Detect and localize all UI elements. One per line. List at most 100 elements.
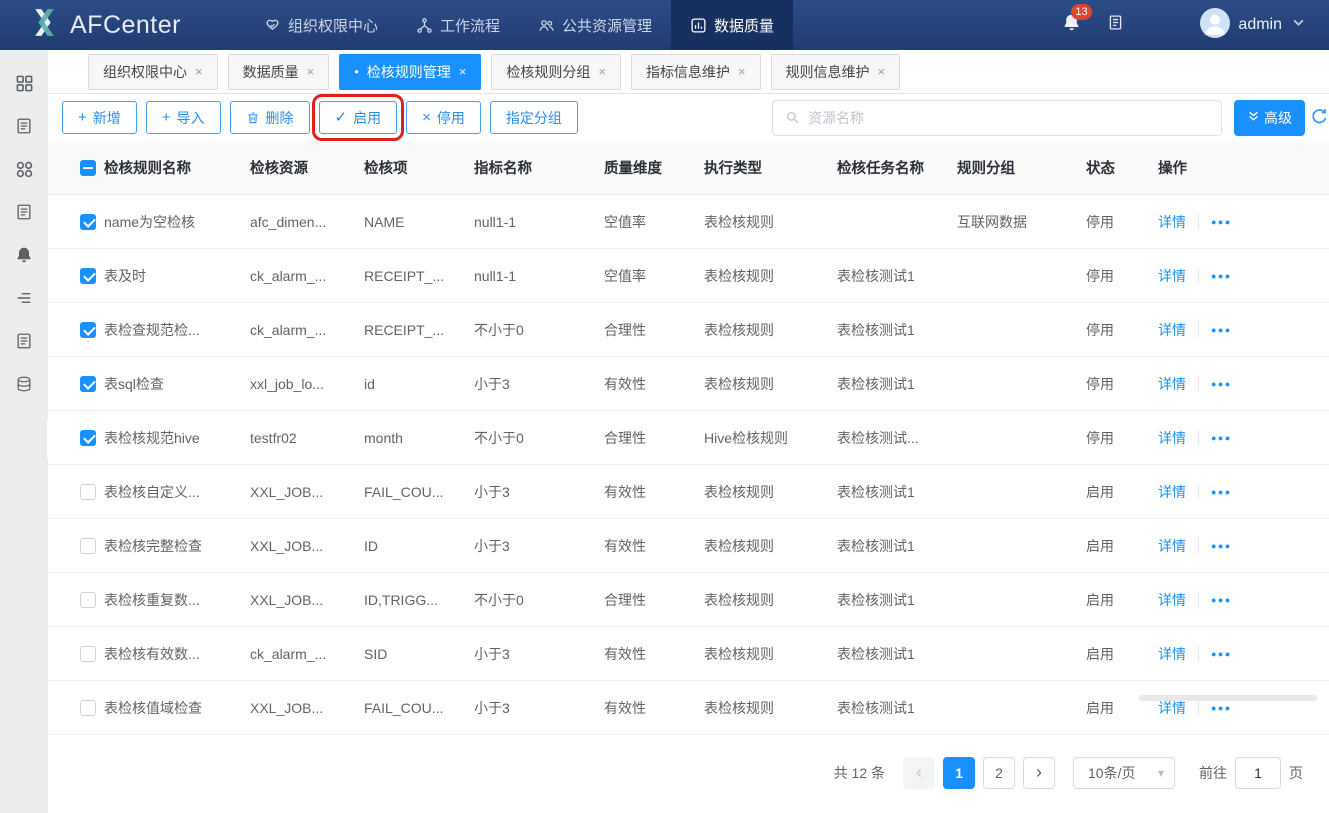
more-actions-icon[interactable]: ●●● — [1211, 703, 1232, 713]
sidebar-item-4[interactable] — [0, 193, 48, 236]
bell-icon — [1062, 14, 1081, 36]
more-actions-icon[interactable]: ●●● — [1211, 271, 1232, 281]
detail-link[interactable]: 详情 — [1158, 536, 1186, 556]
shield-icon — [264, 17, 281, 34]
nav-item-3[interactable]: 公共资源管理 — [519, 0, 671, 50]
detail-link[interactable]: 详情 — [1158, 320, 1186, 340]
row-checkbox[interactable] — [80, 699, 96, 716]
detail-link[interactable]: 详情 — [1158, 428, 1186, 448]
tab-2[interactable]: •数据质量× — [227, 53, 330, 90]
toolbar-button-4[interactable]: ✓ 启用 — [311, 94, 405, 141]
refresh-icon[interactable] — [1310, 107, 1329, 131]
cell-task: 表检核测试1 — [837, 645, 915, 662]
tab-label: 指标信息维护 — [645, 63, 730, 80]
goto-page: 前往 页 — [1199, 757, 1303, 789]
tab-close-icon[interactable]: × — [878, 64, 886, 79]
column-header-4: 指标名称 — [474, 161, 532, 177]
resource-name-search-input[interactable] — [808, 109, 1209, 126]
tab-close-icon[interactable]: × — [459, 64, 467, 79]
toolbar-button-5[interactable]: × 停用 — [406, 101, 481, 134]
sidebar-item-5[interactable] — [0, 236, 48, 279]
sidebar-item-2[interactable] — [0, 107, 48, 150]
goto-page-input[interactable] — [1235, 757, 1281, 789]
next-page-button[interactable]: › — [1023, 757, 1055, 789]
prev-page-button[interactable]: ‹ — [903, 757, 935, 789]
page-button-2[interactable]: 2 — [983, 757, 1015, 789]
more-actions-icon[interactable]: ●●● — [1211, 649, 1232, 659]
detail-link[interactable]: 详情 — [1158, 266, 1186, 286]
tab-close-icon[interactable]: × — [307, 64, 315, 79]
more-actions-icon[interactable]: ●●● — [1211, 541, 1232, 551]
select-all-checkbox[interactable] — [80, 159, 96, 176]
notification-bell-icon[interactable]: 13 — [1062, 4, 1092, 37]
page-size-select[interactable]: 10条/页 ▾ — [1073, 757, 1175, 789]
sidebar-item-3[interactable] — [0, 150, 48, 193]
horizontal-scrollbar-thumb[interactable] — [1139, 695, 1317, 701]
user-menu[interactable]: admin — [1200, 7, 1305, 43]
cell-item: FAIL_COU... — [364, 699, 444, 716]
more-actions-icon[interactable]: ●●● — [1211, 217, 1232, 227]
cell-dimension: 有效性 — [604, 645, 646, 662]
row-checkbox[interactable] — [80, 375, 96, 392]
page-button-1[interactable]: 1 — [943, 757, 975, 789]
memo-icon[interactable] — [1107, 14, 1124, 36]
cell-name: 表检核自定义... — [104, 483, 200, 500]
sidebar-item-8[interactable] — [0, 365, 48, 408]
more-actions-icon[interactable]: ●●● — [1211, 595, 1232, 605]
cell-dimension: 合理性 — [604, 429, 646, 446]
search-icon — [785, 110, 800, 125]
cell-indicator: 小于3 — [474, 375, 510, 392]
toolbar-button-6[interactable]: 指定分组 — [489, 101, 578, 134]
row-checkbox[interactable] — [80, 537, 96, 554]
column-header-7: 检核任务名称 — [837, 161, 924, 177]
table-row: 表检核完整检查 XXL_JOB... ID 小于3 有效性 表检核规则 表检核测试1 启用 详情… — [48, 519, 1329, 573]
navbar-right: 13 admin — [1062, 0, 1329, 50]
row-checkbox[interactable] — [80, 429, 96, 446]
tab-close-icon[interactable]: × — [598, 64, 606, 79]
detail-link[interactable]: 详情 — [1158, 212, 1186, 232]
detail-link[interactable]: 详情 — [1158, 644, 1186, 664]
more-actions-icon[interactable]: ●●● — [1211, 379, 1232, 389]
row-checkbox[interactable] — [80, 483, 96, 500]
tab-close-icon[interactable]: × — [738, 64, 746, 79]
row-checkbox[interactable] — [80, 645, 96, 662]
detail-link[interactable]: 详情 — [1158, 374, 1186, 394]
sidebar-item-6[interactable] — [0, 279, 48, 322]
tab-3[interactable]: • 检核规则管理 × — [339, 53, 482, 90]
cell-exec_type: 表检核规则 — [704, 213, 774, 230]
tab-4[interactable]: •检核规则分组× — [491, 53, 621, 90]
trash-icon — [246, 111, 260, 125]
sidebar-item-7[interactable] — [0, 322, 48, 365]
more-actions-icon[interactable]: ●●● — [1211, 433, 1232, 443]
cell-exec_type: 表检核规则 — [704, 699, 774, 716]
divider — [1198, 430, 1199, 445]
more-actions-icon[interactable]: ●●● — [1211, 487, 1232, 497]
row-checkbox[interactable] — [80, 591, 96, 608]
row-checkbox[interactable] — [80, 321, 96, 338]
tab-close-icon[interactable]: × — [195, 64, 203, 79]
nav-item-2[interactable]: 工作流程 — [397, 0, 519, 50]
document-icon — [15, 117, 33, 140]
tab-6[interactable]: •规则信息维护× — [770, 53, 901, 90]
nav-item-1[interactable]: 组织权限中心 — [245, 0, 397, 50]
row-checkbox[interactable] — [80, 213, 96, 230]
document-icon — [15, 203, 33, 226]
detail-link[interactable]: 详情 — [1158, 482, 1186, 502]
tab-1[interactable]: •组织权限中心× — [88, 53, 218, 90]
nav-item-4[interactable]: 数据质量 — [671, 0, 794, 50]
toolbar-button-2[interactable]: + 导入 — [145, 101, 221, 134]
database-icon — [15, 375, 33, 398]
cell-name: 表及时 — [104, 267, 146, 284]
advanced-search-button[interactable]: 高级 — [1234, 99, 1305, 136]
sidebar-item-1[interactable] — [0, 64, 48, 107]
sidebar-icon-list — [0, 50, 48, 408]
more-actions-icon[interactable]: ●●● — [1211, 325, 1232, 335]
toolbar-button-1[interactable]: + 新增 — [62, 101, 137, 134]
tab-5[interactable]: •指标信息维护× — [630, 53, 761, 90]
toolbar-button-label: 删除 — [265, 109, 294, 126]
circles-grid-icon — [15, 160, 34, 184]
detail-link[interactable]: 详情 — [1158, 590, 1186, 610]
toolbar-button-3[interactable]: 删除 — [229, 101, 310, 134]
row-checkbox[interactable] — [80, 267, 96, 284]
cell-item: id — [364, 375, 375, 392]
